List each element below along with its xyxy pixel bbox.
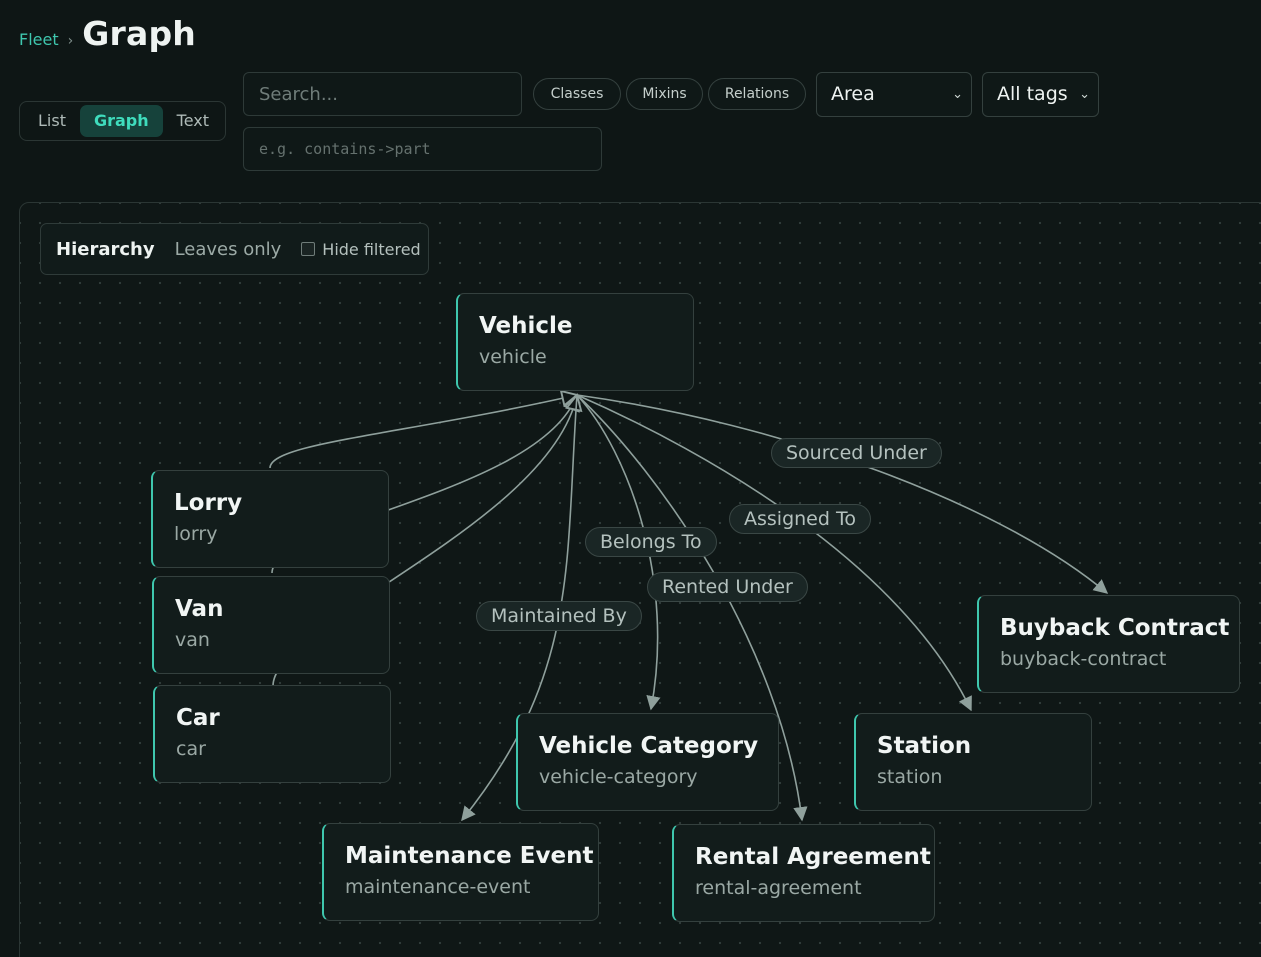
view-mode-toggle: List Graph Text xyxy=(19,101,226,141)
breadcrumb-fleet-link[interactable]: Fleet xyxy=(19,30,59,49)
mixins-filter-chip[interactable]: Mixins xyxy=(626,78,703,110)
node-id: buyback-contract xyxy=(1000,648,1167,670)
hide-filtered-toggle[interactable]: Hide filtered xyxy=(301,239,421,259)
edge-label-belongs-to: Belongs To xyxy=(585,527,717,557)
tags-select-value: All tags xyxy=(997,83,1068,105)
node-id: maintenance-event xyxy=(345,876,531,898)
node-id: station xyxy=(877,766,943,788)
view-list-button[interactable]: List xyxy=(24,105,80,137)
area-select[interactable]: Area ⌄ xyxy=(816,72,972,117)
node-vehicle-category[interactable]: Vehicle Category vehicle-category xyxy=(516,713,779,811)
edge-label-assigned-to: Assigned To xyxy=(729,504,871,534)
node-station[interactable]: Station station xyxy=(854,713,1092,811)
node-title: Car xyxy=(176,705,220,731)
search-input[interactable] xyxy=(243,72,522,116)
node-title: Van xyxy=(175,596,224,622)
node-id: car xyxy=(176,738,206,760)
node-car[interactable]: Car car xyxy=(153,685,391,783)
node-title: Maintenance Event xyxy=(345,843,594,869)
node-rental-agreement[interactable]: Rental Agreement rental-agreement xyxy=(672,824,935,922)
view-graph-button[interactable]: Graph xyxy=(79,105,163,137)
tags-select[interactable]: All tags ⌄ xyxy=(982,72,1099,117)
relations-filter-chip[interactable]: Relations xyxy=(708,78,806,110)
hierarchy-layout-option[interactable]: Hierarchy xyxy=(56,239,155,260)
leaves-only-option[interactable]: Leaves only xyxy=(175,239,282,260)
area-select-value: Area xyxy=(831,83,875,105)
edge-sourced-under xyxy=(576,394,1109,594)
view-text-button[interactable]: Text xyxy=(163,105,223,137)
breadcrumb: Fleet › Graph xyxy=(19,14,196,53)
relation-filter-input[interactable] xyxy=(243,127,602,171)
app-root: Fleet › Graph List Graph Text Classes Mi… xyxy=(0,0,1261,957)
node-title: Vehicle Category xyxy=(539,733,759,759)
node-title: Buyback Contract xyxy=(1000,615,1230,641)
classes-filter-chip[interactable]: Classes xyxy=(533,78,621,110)
node-id: vehicle xyxy=(479,346,547,368)
node-lorry[interactable]: Lorry lorry xyxy=(151,470,389,568)
edge-label-sourced-under: Sourced Under xyxy=(771,438,942,468)
edge-label-maintained-by: Maintained By xyxy=(476,601,642,631)
node-id: lorry xyxy=(174,523,218,545)
edge-label-rented-under: Rented Under xyxy=(647,572,808,602)
hide-filtered-label: Hide filtered xyxy=(322,239,421,259)
node-title: Rental Agreement xyxy=(695,844,931,870)
chevron-down-icon: ⌄ xyxy=(1079,87,1090,102)
layout-options-panel: Hierarchy Leaves only Hide filtered xyxy=(40,223,429,275)
node-id: vehicle-category xyxy=(539,766,698,788)
node-buyback-contract[interactable]: Buyback Contract buyback-contract xyxy=(977,595,1240,693)
breadcrumb-separator: › xyxy=(67,33,74,49)
edge-lorry-inherits-vehicle xyxy=(269,395,577,469)
node-id: rental-agreement xyxy=(695,877,862,899)
chevron-down-icon: ⌄ xyxy=(952,87,963,102)
node-title: Lorry xyxy=(174,490,243,516)
node-title: Station xyxy=(877,733,972,759)
node-vehicle[interactable]: Vehicle vehicle xyxy=(456,293,694,391)
hide-filtered-checkbox[interactable] xyxy=(301,242,316,256)
node-id: van xyxy=(175,629,210,651)
node-maintenance-event[interactable]: Maintenance Event maintenance-event xyxy=(322,823,599,921)
node-van[interactable]: Van van xyxy=(152,576,390,674)
graph-canvas[interactable]: Hierarchy Leaves only Hide filtered Sour… xyxy=(19,202,1261,957)
node-title: Vehicle xyxy=(479,313,573,339)
page-title: Graph xyxy=(82,14,196,53)
